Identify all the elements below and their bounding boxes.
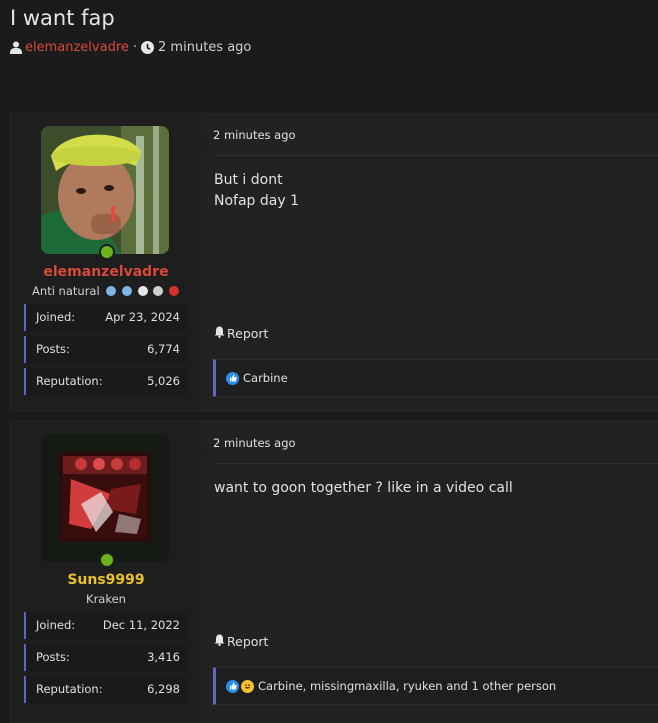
thread-meta: elemanzelvadre · 2 minutes ago (10, 40, 251, 55)
stat-label: Posts: (36, 650, 70, 664)
message-arrow (202, 136, 211, 154)
post-user-info: elemanzelvadre Anti natural Joined: Apr … (11, 114, 201, 410)
stat-posts: Posts: 3,416 (24, 644, 188, 671)
user-icon (10, 41, 22, 54)
thread-author-link[interactable]: elemanzelvadre (25, 40, 129, 55)
report-button[interactable]: Report (214, 634, 268, 649)
user-title: Kraken (86, 592, 126, 606)
post-message: 2 minutes ago But i dont Nofap day 1 Rep… (202, 114, 658, 410)
devil-icon (168, 286, 179, 296)
reactions-bar[interactable]: Carbine (213, 359, 658, 397)
stat-label: Joined: (36, 310, 76, 324)
report-label: Report (227, 634, 269, 649)
post-body: want to goon together ? like in a video … (214, 480, 513, 496)
stat-reputation: Reputation: 6,298 (24, 676, 188, 703)
skull-crossbones-icon (153, 286, 164, 296)
reactions-bar[interactable]: Carbine, missingmaxilla, ryuken and 1 ot… (213, 667, 658, 705)
post-username[interactable]: Suns9999 (11, 572, 201, 588)
post-date[interactable]: 2 minutes ago (213, 128, 296, 142)
post: Suns9999 Kraken Joined: Dec 11, 2022 Pos… (10, 421, 658, 723)
reaction-users[interactable]: Carbine (243, 371, 288, 385)
divider (213, 155, 658, 156)
stat-posts: Posts: 6,774 (24, 336, 188, 363)
bell-icon (214, 326, 225, 341)
bell-icon (214, 634, 225, 649)
avatar[interactable] (41, 126, 169, 254)
stat-label: Joined: (36, 618, 76, 632)
reaction-users[interactable]: Carbine, missingmaxilla, ryuken and 1 ot… (258, 679, 556, 693)
post-user-info: Suns9999 Kraken Joined: Dec 11, 2022 Pos… (11, 422, 201, 722)
clock-icon (141, 41, 155, 54)
user-title: Anti natural (11, 284, 201, 298)
user-title-text: Anti natural (32, 284, 100, 298)
stat-value: Dec 11, 2022 (102, 618, 180, 632)
post-body: But i dont Nofap day 1 (214, 172, 299, 209)
post-username[interactable]: elemanzelvadre (11, 264, 201, 280)
laugh-icon (241, 679, 254, 693)
stat-joined: Joined: Apr 23, 2024 (24, 304, 188, 331)
cold-face-icon (121, 286, 132, 296)
like-icon (226, 371, 239, 385)
report-button[interactable]: Report (214, 326, 268, 341)
stat-label: Reputation: (36, 374, 103, 388)
stat-value: 3,416 (147, 650, 180, 664)
post: elemanzelvadre Anti natural Joined: Apr … (10, 113, 658, 411)
stat-reputation: Reputation: 5,026 (24, 368, 188, 395)
stat-value: 6,774 (147, 342, 180, 356)
stat-value: 6,298 (147, 682, 180, 696)
post-date[interactable]: 2 minutes ago (213, 436, 296, 450)
like-icon (226, 679, 239, 693)
thread-title: I want fap (10, 6, 115, 30)
message-arrow (202, 444, 211, 462)
stat-value: 5,026 (147, 374, 180, 388)
stat-label: Posts: (36, 342, 70, 356)
skull-icon (137, 286, 148, 296)
post-message: 2 minutes ago want to goon together ? li… (202, 422, 658, 722)
stat-joined: Joined: Dec 11, 2022 (24, 612, 188, 639)
thread-time[interactable]: 2 minutes ago (158, 40, 251, 55)
online-indicator (99, 244, 115, 260)
stat-value: Apr 23, 2024 (105, 310, 180, 324)
report-label: Report (227, 326, 269, 341)
cold-face-icon (106, 286, 117, 296)
stat-label: Reputation: (36, 682, 103, 696)
meta-separator: · (132, 40, 138, 55)
online-indicator (99, 552, 115, 568)
divider (213, 463, 658, 464)
avatar[interactable] (41, 434, 169, 562)
